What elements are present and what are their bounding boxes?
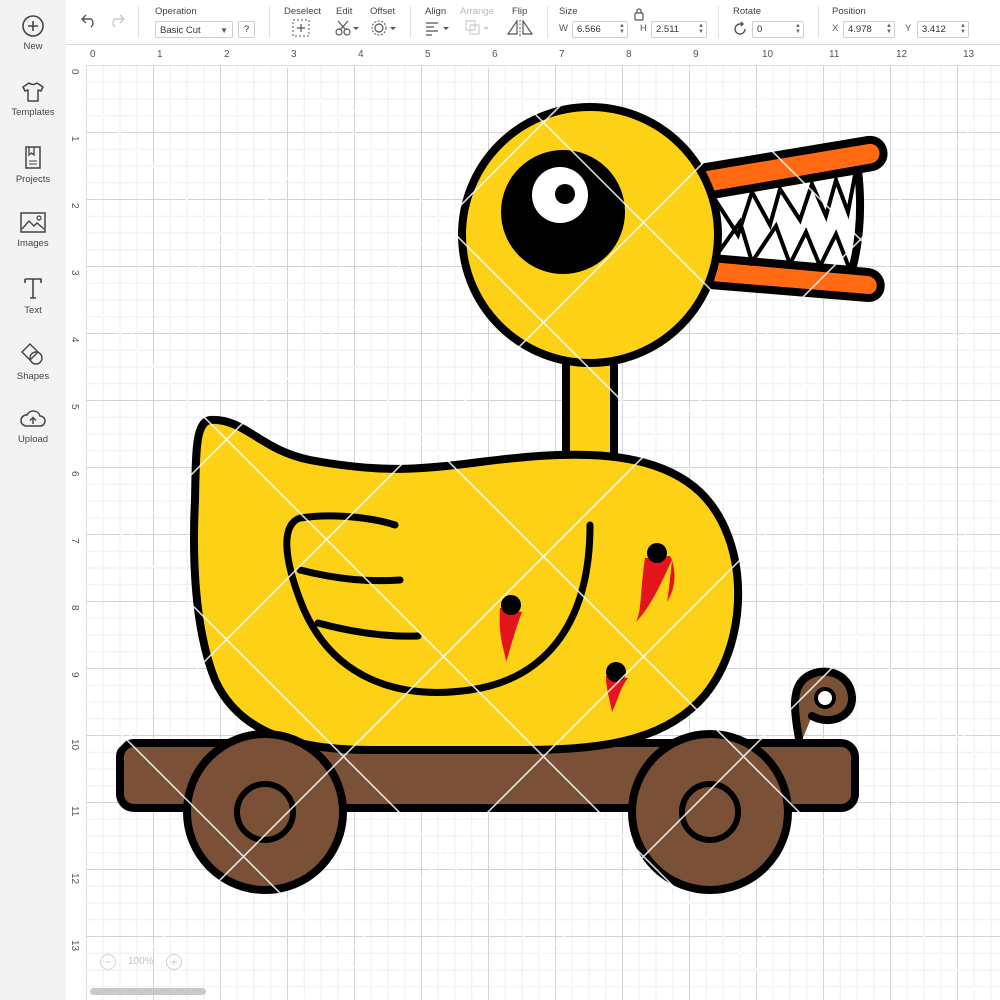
zoom-level: 100% [128, 956, 154, 967]
zoom-in-button[interactable]: + [166, 954, 182, 970]
zoom-out-button[interactable]: − [100, 954, 116, 970]
pull-ring-hole [814, 687, 836, 709]
duck-on-wheels-design[interactable] [0, 0, 1000, 1000]
front-wheel [183, 730, 347, 894]
duck-pupil [555, 184, 575, 204]
zoom-controls: − 100% + [96, 948, 216, 976]
horizontal-scrollbar[interactable] [90, 988, 206, 995]
rear-wheel [628, 730, 792, 894]
